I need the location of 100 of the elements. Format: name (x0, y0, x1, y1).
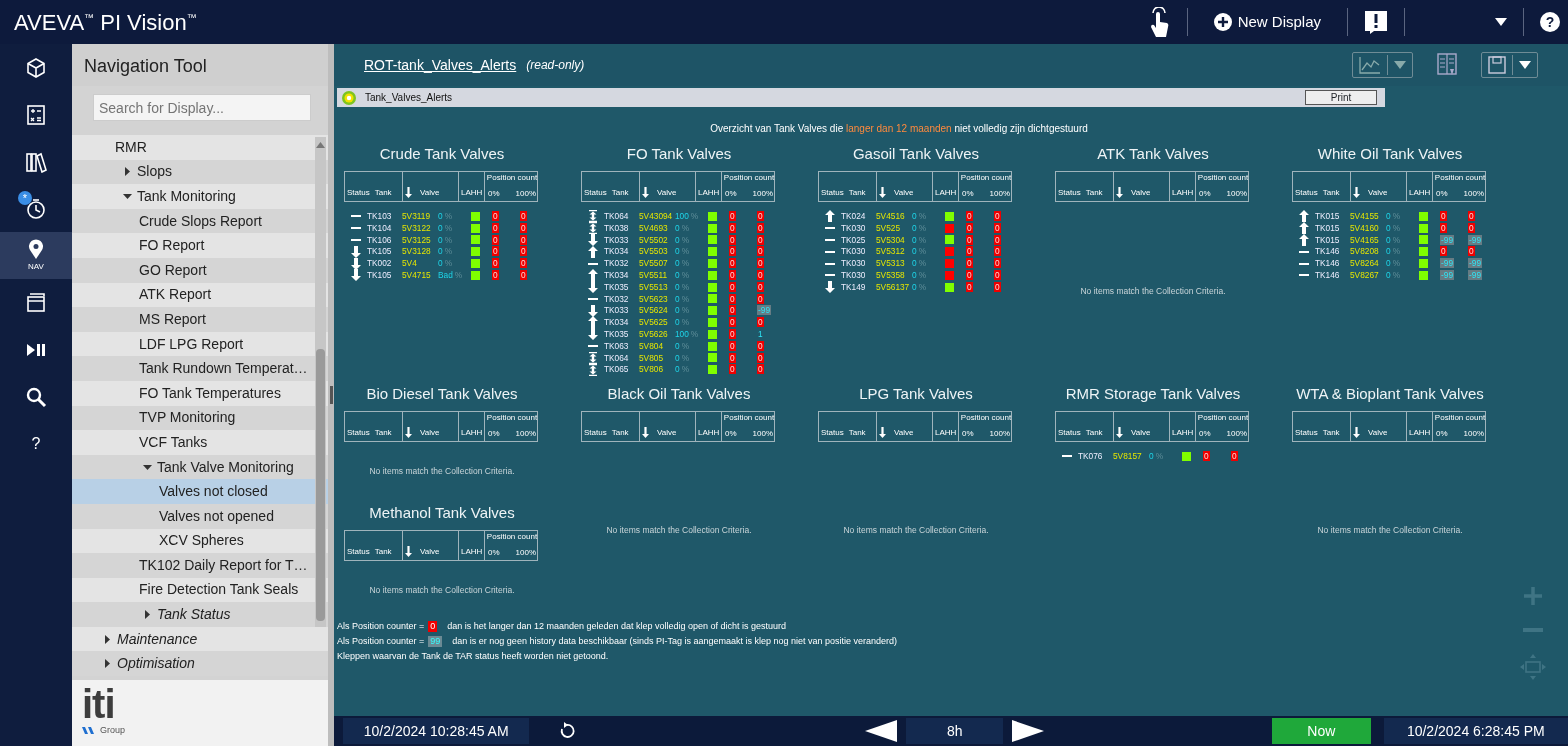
panel-icon[interactable] (1437, 53, 1457, 77)
tank-id: TK030 (841, 221, 867, 235)
empty-message: No items match the Collection Criteria. (1080, 285, 1226, 298)
tank-id: TK146 (1315, 257, 1341, 270)
tree-item[interactable]: RMR (72, 135, 328, 160)
library-icon[interactable] (25, 150, 47, 173)
duration-field[interactable]: 8h (906, 718, 1003, 744)
cube-icon[interactable] (25, 56, 47, 79)
position-count: 0 (966, 258, 973, 269)
sort-arrow-icon[interactable] (1353, 187, 1360, 199)
tree-item[interactable]: VCF Tanks (72, 430, 328, 455)
position-count: 0 (729, 222, 736, 233)
display-link[interactable]: ROT-tank_Valves_Alerts (364, 54, 517, 76)
caret-right-icon[interactable] (143, 610, 152, 620)
valve-id: 5V5313 (876, 257, 906, 270)
valve-position: 0 (1386, 233, 1391, 247)
sort-arrow-icon[interactable] (405, 427, 412, 439)
refresh-icon[interactable] (558, 722, 577, 740)
sort-arrow-icon[interactable] (879, 187, 886, 199)
tree-item[interactable]: Tank Monitoring (72, 184, 328, 209)
help-link[interactable]: ? (31, 431, 41, 456)
scrollbar[interactable] (315, 137, 326, 627)
empty-message: No items match the Collection Criteria. (369, 464, 515, 478)
valve-position: Bad (438, 269, 453, 282)
tank-id: TK025 (841, 233, 867, 247)
percent-unit: % (444, 257, 452, 270)
empty-message: No items match the Collection Criteria. (1317, 524, 1463, 537)
tank-id: TK076 (1078, 450, 1104, 463)
valve-id: 5V3119 (402, 210, 431, 223)
valve-position: 0 (1386, 210, 1391, 223)
position-count: 0 (1440, 211, 1447, 222)
tree-item[interactable]: Maintenance (72, 626, 328, 652)
percent-unit: % (681, 316, 689, 329)
sort-arrow-icon[interactable] (879, 427, 886, 439)
position-count: -99 (1468, 270, 1482, 281)
tree-item[interactable]: FO Report (72, 233, 328, 258)
sort-arrow-icon[interactable] (1116, 187, 1123, 199)
alert-icon[interactable] (1364, 10, 1388, 34)
valve-position: 0 (675, 351, 680, 365)
position-count: -99 (757, 305, 771, 316)
search-field[interactable]: Search for Display... (93, 94, 311, 121)
position-count: 0 (757, 364, 764, 375)
column-header: Valve (894, 429, 914, 439)
sort-arrow-icon[interactable] (1353, 427, 1360, 439)
sort-arrow-icon[interactable] (405, 546, 412, 558)
sort-arrow-icon[interactable] (405, 187, 412, 199)
column-header: 0% (1436, 430, 1448, 440)
tree-item[interactable]: Valves not closed (72, 479, 328, 504)
panel-title: WTA & Bioplant Tank Valves (1295, 384, 1485, 404)
end-time-field[interactable]: 10/2/2024 6:28:45 PM (1383, 718, 1568, 744)
caret-down-icon[interactable] (1495, 18, 1507, 26)
start-time-field[interactable]: 10/2/2024 10:28:45 AM (343, 718, 530, 744)
forward-arrow-icon[interactable] (1012, 720, 1044, 742)
column-header: Valve (1131, 189, 1151, 199)
caret-right-icon[interactable] (103, 659, 112, 669)
column-header: Status (821, 189, 844, 199)
caret-down-icon[interactable] (123, 192, 132, 201)
percent-unit: % (444, 245, 452, 258)
trend-button[interactable] (1352, 52, 1413, 78)
scrollbar-thumb[interactable] (316, 349, 325, 621)
column-header: Tank (1085, 189, 1103, 199)
column-header: 100% (515, 190, 536, 200)
position-count: 0 (729, 234, 736, 245)
new-display-button[interactable]: New Display (1203, 10, 1331, 34)
sort-arrow-icon[interactable] (1116, 427, 1123, 439)
sort-arrow-icon[interactable] (642, 427, 649, 439)
caret-right-icon[interactable] (103, 634, 112, 644)
calculator-icon[interactable] (25, 103, 47, 126)
position-count: 0 (729, 352, 736, 363)
caret-down-icon[interactable] (1519, 61, 1531, 69)
print-button[interactable]: Print (1305, 90, 1377, 105)
position-count: 0 (966, 270, 973, 281)
search-icon[interactable] (25, 385, 47, 408)
valve-position: 0 (1149, 450, 1154, 463)
position-count: 0 (520, 270, 527, 281)
column-header: Tank (374, 429, 392, 439)
note-text: Kleppen waarvan de Tank de TAR status heeft worden niet getoond. (337, 650, 609, 663)
tank-id: TK103 (367, 210, 393, 223)
sort-arrow-icon[interactable] (642, 187, 649, 199)
save-button[interactable] (1481, 52, 1538, 78)
scroll-up-icon[interactable] (316, 142, 325, 148)
screens-icon[interactable] (25, 291, 47, 314)
column-header: LAHH (461, 429, 483, 439)
caret-right-icon[interactable] (123, 167, 132, 177)
percent-unit: % (444, 233, 452, 247)
column-header: Position count (486, 173, 538, 183)
valve-position: 0 (438, 210, 443, 223)
back-arrow-icon[interactable] (865, 720, 898, 742)
splitter-handle[interactable] (329, 386, 333, 404)
column-header: 100% (515, 430, 536, 440)
tank-id: TK024 (841, 210, 867, 223)
percent-unit: % (918, 280, 926, 294)
clock-icon[interactable] (25, 197, 47, 220)
valve-id: 5V3128 (402, 245, 432, 258)
help-button[interactable]: ? (1540, 12, 1560, 32)
position-count: 0 (757, 352, 764, 363)
column-header: 0% (962, 190, 974, 200)
caret-down-icon[interactable] (143, 462, 152, 472)
column-header: Valve (657, 429, 677, 439)
nav-tab[interactable]: NAV (0, 232, 72, 279)
